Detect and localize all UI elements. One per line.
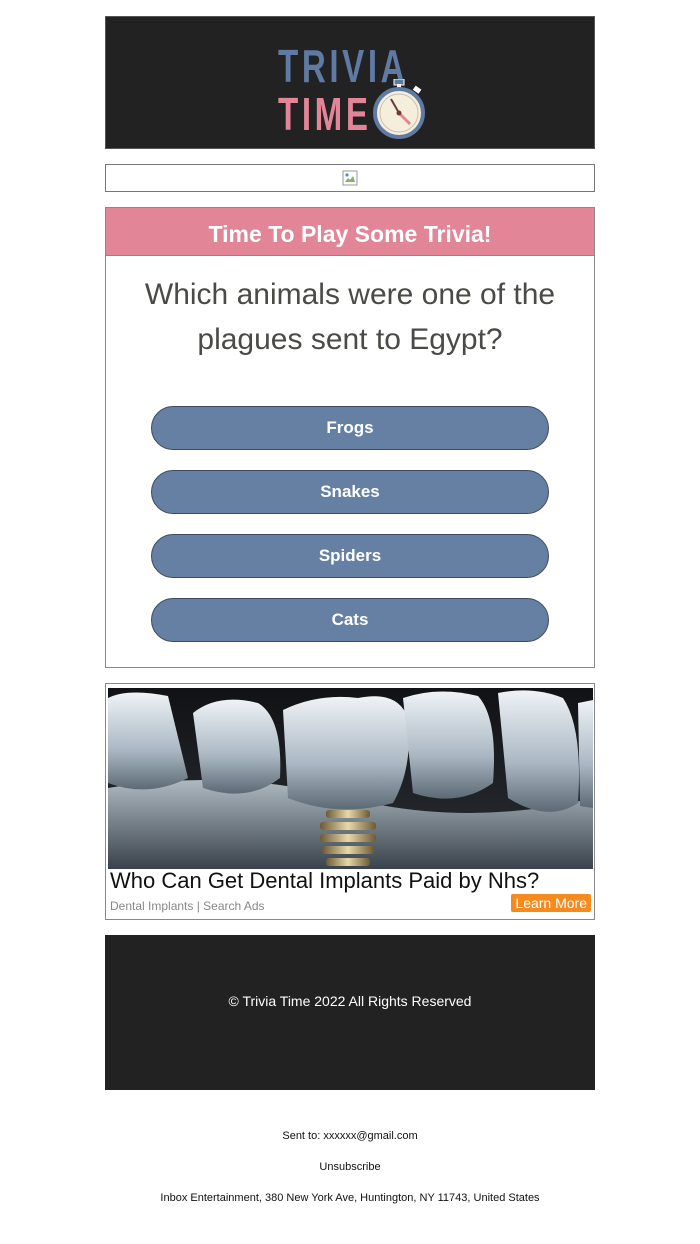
answer-button-spiders[interactable]: Spiders <box>151 534 549 578</box>
sent-to-text: Sent to: xxxxxx@gmail.com <box>282 1130 418 1142</box>
trivia-question: Which animals were one of the plagues se… <box>144 278 556 356</box>
dental-implant-image[interactable] <box>108 688 593 869</box>
trivia-card-header: Time To Play Some Trivia! <box>106 208 594 256</box>
trivia-card: Time To Play Some Trivia! Which animals … <box>105 207 595 668</box>
logo-word-time: TIME <box>278 88 372 140</box>
trivia-time-logo[interactable]: TRIVIA TIME <box>278 29 428 141</box>
answer-button-snakes[interactable]: Snakes <box>151 470 549 514</box>
copyright-text: © Trivia Time 2022 All Rights Reserved <box>228 993 472 1009</box>
ad-headline[interactable]: Who Can Get Dental Implants Paid by Nhs? <box>110 868 539 894</box>
stopwatch-icon <box>373 79 425 139</box>
trivia-heading: Time To Play Some Trivia! <box>208 221 492 247</box>
ad-source: Dental Implants | Search Ads <box>110 899 265 913</box>
broken-image-icon <box>342 170 358 186</box>
unsubscribe-link[interactable]: Unsubscribe <box>0 1161 700 1173</box>
image-banner[interactable] <box>105 164 595 192</box>
learn-more-button[interactable]: Learn More <box>511 894 591 912</box>
answer-button-cats[interactable]: Cats <box>151 598 549 642</box>
company-address: Inbox Entertainment, 380 New York Ave, H… <box>160 1192 540 1204</box>
sponsored-ad[interactable]: Who Can Get Dental Implants Paid by Nhs?… <box>105 683 595 920</box>
email-header: TRIVIA TIME <box>105 16 595 149</box>
email-footer: © Trivia Time 2022 All Rights Reserved <box>105 935 595 1090</box>
answer-button-frogs[interactable]: Frogs <box>151 406 549 450</box>
